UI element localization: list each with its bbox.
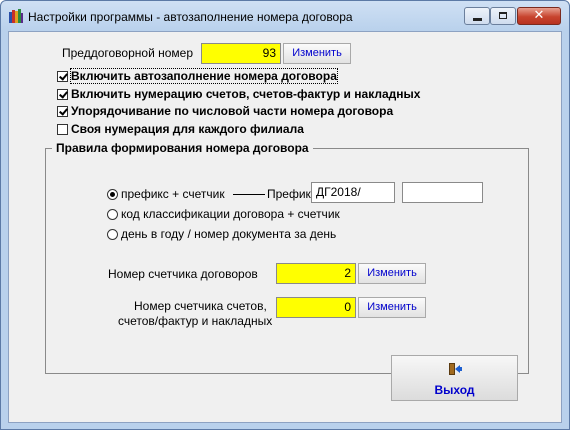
radio-label: префикс + счетчик bbox=[121, 187, 225, 201]
radio-prefix-counter[interactable]: префикс + счетчик bbox=[107, 187, 225, 201]
radio-label: день в году / номер документа за день bbox=[121, 227, 337, 241]
checkbox-label: Своя нумерация для каждого филиала bbox=[71, 122, 304, 136]
change-contract-counter-button[interactable]: Изменить bbox=[358, 263, 426, 284]
checkbox-label: Упорядочивание по числовой части номера … bbox=[71, 104, 394, 118]
radio-day-of-year-doc-number[interactable]: день в году / номер документа за день bbox=[107, 227, 336, 241]
pre-contract-number-field[interactable]: 93 bbox=[201, 43, 281, 64]
change-pre-contract-button[interactable]: Изменить bbox=[283, 43, 351, 64]
numbering-rules-title: Правила формирования номера договора bbox=[52, 141, 313, 155]
checkbox-auto-fill-contract-number[interactable]: Включить автозаполнение номера договора bbox=[57, 68, 338, 84]
invoice-counter-label-line2: счетов/фактур и накладных bbox=[118, 314, 273, 328]
checkbox-sort-by-numeric-part[interactable]: Упорядочивание по числовой части номера … bbox=[57, 104, 393, 118]
minimize-icon bbox=[473, 18, 482, 21]
invoice-counter-field[interactable]: 0 bbox=[276, 297, 356, 318]
checkbox-label: Включить автозаполнение номера договора bbox=[70, 68, 338, 84]
prefix-extra-input[interactable] bbox=[402, 182, 483, 203]
checkbox-branch-numbering[interactable]: Своя нумерация для каждого филиала bbox=[57, 122, 304, 136]
numbering-rules-group: Правила формирования номера договора пре… bbox=[45, 141, 529, 374]
prefix-label: Префикс bbox=[267, 187, 317, 201]
radio-dot[interactable] bbox=[107, 228, 118, 240]
exit-button[interactable]: Выход bbox=[391, 355, 518, 401]
title-bar[interactable]: Настройки программы - автозаполнение ном… bbox=[1, 1, 569, 31]
checkbox-invoice-numbering[interactable]: Включить нумерацию счетов, счетов-фактур… bbox=[57, 87, 420, 101]
maximize-icon bbox=[499, 12, 507, 19]
minimize-button[interactable] bbox=[464, 7, 490, 25]
connector-line bbox=[233, 194, 265, 195]
radio-dot[interactable] bbox=[107, 208, 118, 220]
contract-counter-field[interactable]: 2 bbox=[276, 263, 356, 284]
close-icon: ✕ bbox=[533, 8, 545, 23]
prefix-input[interactable]: ДГ2018/ bbox=[311, 182, 395, 203]
books-app-icon bbox=[9, 9, 23, 23]
settings-window: Настройки программы - автозаполнение ном… bbox=[0, 0, 570, 430]
invoice-counter-label-line1: Номер счетчика счетов, bbox=[134, 299, 267, 313]
window-title: Настройки программы - автозаполнение ном… bbox=[28, 10, 353, 24]
window-client-area: Преддоговорной номер 93 Изменить Включит… bbox=[8, 31, 562, 423]
pre-contract-label: Преддоговорной номер bbox=[62, 46, 193, 60]
checkbox-box[interactable] bbox=[57, 123, 68, 135]
radio-dot[interactable] bbox=[107, 188, 118, 200]
radio-label: код классификации договора + счетчик bbox=[121, 207, 340, 221]
radio-classification-code-counter[interactable]: код классификации договора + счетчик bbox=[107, 207, 340, 221]
contract-counter-label: Номер счетчика договоров bbox=[108, 267, 258, 281]
checkbox-label: Включить нумерацию счетов, счетов-фактур… bbox=[71, 87, 421, 101]
exit-door-icon bbox=[449, 363, 462, 375]
checkbox-box[interactable] bbox=[57, 70, 68, 82]
change-invoice-counter-button[interactable]: Изменить bbox=[358, 297, 426, 318]
close-button[interactable]: ✕ bbox=[517, 7, 561, 25]
checkbox-box[interactable] bbox=[57, 105, 68, 117]
maximize-button[interactable] bbox=[490, 7, 516, 25]
checkbox-box[interactable] bbox=[57, 88, 68, 100]
exit-label: Выход bbox=[434, 383, 475, 397]
